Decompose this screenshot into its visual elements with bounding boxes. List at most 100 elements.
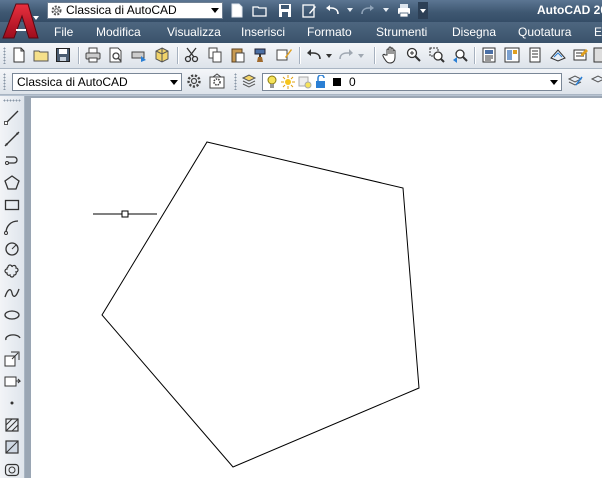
- save-as-icon: [302, 4, 316, 18]
- make-current-layer-button[interactable]: [566, 72, 584, 90]
- properties-button[interactable]: [480, 46, 498, 64]
- circle-icon: [5, 242, 19, 256]
- publish-icon: [131, 51, 146, 62]
- redo-icon: [361, 5, 374, 15]
- polygon-button[interactable]: [3, 174, 21, 192]
- copy-button[interactable]: [206, 46, 224, 64]
- layer-properties-button[interactable]: [240, 72, 258, 90]
- zoom-previous-button[interactable]: [451, 46, 469, 64]
- layer-select[interactable]: 0: [262, 73, 562, 91]
- save-button[interactable]: [54, 46, 72, 64]
- drawing-canvas[interactable]: [31, 98, 602, 478]
- qa-plot-button[interactable]: [395, 2, 413, 19]
- quick-access-workspace-select[interactable]: Classica di AutoCAD: [47, 2, 223, 19]
- hand-icon: [382, 46, 396, 64]
- undo-dropdown[interactable]: [325, 46, 333, 64]
- paste-button[interactable]: [229, 46, 247, 64]
- redo-dropdown-icon[interactable]: [383, 8, 389, 12]
- redo-button[interactable]: [337, 46, 355, 64]
- menu-disegna[interactable]: Disegna: [452, 25, 496, 39]
- point-icon: [10, 401, 14, 405]
- menu-extra[interactable]: E: [594, 25, 602, 39]
- zoom-window-button[interactable]: [428, 46, 446, 64]
- qa-redo-button[interactable]: [358, 2, 376, 19]
- menu-modifica[interactable]: Modifica: [96, 25, 141, 39]
- ellipse-arc-button[interactable]: [3, 328, 21, 346]
- menu-quotatura[interactable]: Quotatura: [518, 25, 571, 39]
- qa-customize-button[interactable]: [418, 2, 428, 19]
- toolbar-separator: [299, 47, 301, 64]
- design-center-button[interactable]: [503, 46, 521, 64]
- qa-saveas-button[interactable]: [300, 2, 318, 19]
- markup-icon: [573, 49, 588, 61]
- workspace-settings-button[interactable]: [185, 72, 203, 90]
- arc-button[interactable]: [3, 218, 21, 236]
- undo-dropdown-icon[interactable]: [347, 8, 353, 12]
- make-block-button[interactable]: [3, 372, 21, 390]
- workspace-select[interactable]: Classica di AutoCAD: [12, 73, 182, 91]
- drawing-svg: [93, 141, 420, 468]
- make-block-icon: [4, 376, 21, 387]
- insert-block-button[interactable]: [3, 350, 21, 368]
- region-icon: [4, 463, 20, 477]
- toolbar-grip[interactable]: [3, 47, 6, 64]
- toolbar-separator: [374, 47, 376, 64]
- menu-inserisci[interactable]: Inserisci: [241, 25, 285, 39]
- layer-previous-button[interactable]: [589, 72, 602, 90]
- region-button[interactable]: [3, 460, 21, 478]
- revision-cloud-button[interactable]: [3, 262, 21, 280]
- arc-icon: [4, 220, 19, 235]
- qa-open-button[interactable]: [251, 2, 269, 19]
- pan-button[interactable]: [382, 46, 400, 64]
- spline-button[interactable]: [3, 284, 21, 302]
- menu-visualizza[interactable]: Visualizza: [167, 25, 221, 39]
- zoom-realtime-icon: [406, 47, 421, 62]
- menu-strumenti[interactable]: Strumenti: [376, 25, 427, 39]
- copy-icon: [208, 47, 222, 63]
- menu-formato[interactable]: Formato: [307, 25, 352, 39]
- qa-undo-button[interactable]: [324, 2, 342, 19]
- block-editor-button[interactable]: [275, 46, 293, 64]
- hatch-button[interactable]: [3, 416, 21, 434]
- open-folder-icon: [33, 50, 49, 62]
- point-button[interactable]: [3, 394, 21, 412]
- application-menu-button[interactable]: [0, 0, 42, 44]
- qa-save-button[interactable]: [276, 2, 294, 19]
- menu-file[interactable]: File: [54, 25, 73, 39]
- ellipse-arc-icon: [5, 334, 21, 341]
- line-button[interactable]: [3, 108, 21, 126]
- redo-dropdown[interactable]: [357, 46, 365, 64]
- publish-button[interactable]: [130, 46, 148, 64]
- qa-new-button[interactable]: [228, 2, 246, 19]
- plot-button[interactable]: [84, 46, 102, 64]
- ellipse-button[interactable]: [3, 306, 21, 324]
- zoom-realtime-button[interactable]: [405, 46, 423, 64]
- undo-button[interactable]: [305, 46, 323, 64]
- my-workspace-button[interactable]: [208, 72, 226, 90]
- match-properties-button[interactable]: [252, 46, 270, 64]
- construction-line-button[interactable]: [3, 130, 21, 148]
- gradient-button[interactable]: [3, 438, 21, 456]
- zoom-window-icon: [429, 47, 445, 63]
- 3d-dwf-button[interactable]: [153, 46, 171, 64]
- toolbar-grip[interactable]: [3, 99, 21, 102]
- sheet-set-button[interactable]: [549, 46, 567, 64]
- plot-preview-button[interactable]: [107, 46, 125, 64]
- properties-icon: [482, 47, 496, 63]
- polyline-button[interactable]: [3, 152, 21, 170]
- cut-button[interactable]: [183, 46, 201, 64]
- new-button[interactable]: [10, 46, 28, 64]
- open-button[interactable]: [32, 46, 50, 64]
- markup-button[interactable]: [572, 46, 590, 64]
- toolbar-grip[interactable]: [234, 73, 237, 90]
- circle-button[interactable]: [3, 240, 21, 258]
- toolbar-grip[interactable]: [3, 73, 6, 90]
- rectangle-button[interactable]: [3, 196, 21, 214]
- viewport-freeze-icon: [298, 75, 312, 93]
- toolbar-separator: [177, 47, 179, 64]
- tool-palettes-button[interactable]: [526, 46, 544, 64]
- print-icon: [85, 47, 101, 63]
- calculator-button[interactable]: [592, 46, 602, 64]
- hatch-icon: [5, 418, 19, 432]
- 3d-dwf-icon: [155, 47, 169, 63]
